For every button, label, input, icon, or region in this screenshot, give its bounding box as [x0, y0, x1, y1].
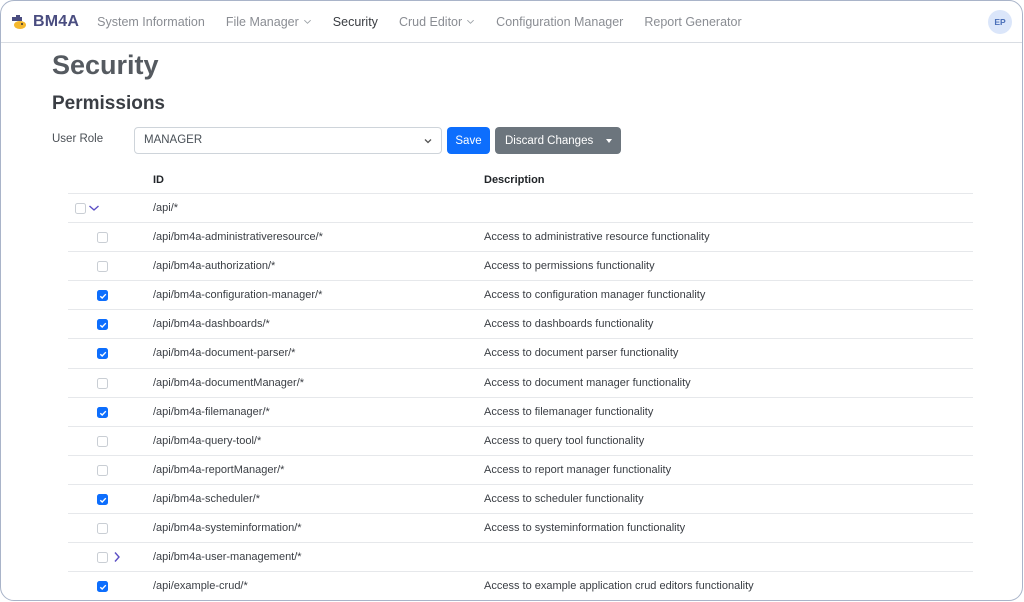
chevron-down-icon[interactable]	[88, 202, 100, 214]
check-icon	[99, 352, 107, 358]
table-row: /api/bm4a-administrativeresource/* Access…	[68, 223, 973, 253]
permission-checkbox[interactable]	[97, 406, 108, 418]
nav-item-label: Configuration Manager	[496, 14, 624, 29]
top-navbar: BM4A System Information File Manager Secur…	[1, 1, 1022, 43]
permission-checkbox[interactable]	[97, 493, 108, 505]
permission-id: /api/*	[153, 202, 179, 214]
permission-description: Access to dashboards functionality	[484, 318, 654, 331]
table-row: /api/bm4a-filemanager/* Access to fileman…	[68, 398, 973, 427]
permission-checkbox[interactable]	[97, 232, 108, 244]
nav-item-configuration-manager[interactable]: Configuration Manager	[496, 15, 623, 29]
page-title: Security	[52, 50, 159, 80]
nav-item-label: Security	[332, 14, 378, 29]
permission-id: /api/bm4a-administrativeresource/*	[153, 231, 323, 244]
permission-description: Access to example application crud edito…	[484, 580, 754, 593]
permission-id: /api/bm4a-systeminformation/*	[153, 522, 302, 535]
nav-item-label: System Information	[97, 14, 205, 29]
table-row: /api/bm4a-document-parser/* Access to doc…	[68, 339, 973, 369]
table-row: /api/bm4a-dashboards/* Access to dashboar…	[68, 310, 973, 340]
table-row: /api/bm4a-systeminformation/* Access to s…	[68, 514, 973, 544]
permission-id: /api/bm4a-documentManager/*	[153, 376, 305, 389]
check-icon	[99, 410, 107, 416]
permission-id: /api/bm4a-query-tool/*	[153, 434, 262, 447]
brand-name: BM4A	[33, 12, 80, 30]
chevron-down-icon	[424, 139, 432, 144]
permission-id: /api/example-crud/*	[153, 580, 248, 593]
permissions-table: ID Description /api/* /api/bm4a-administr…	[68, 165, 973, 600]
permission-id: /api/bm4a-authorization/*	[153, 260, 276, 273]
table-body: /api/* /api/bm4a-administrativeresource/*…	[68, 194, 973, 600]
permission-description: Access to document manager functionality	[484, 376, 691, 389]
permission-checkbox[interactable]	[75, 203, 86, 214]
nav-item-security[interactable]: Security	[333, 15, 378, 29]
permission-checkbox[interactable]	[97, 435, 108, 447]
section-title: Permissions	[52, 93, 165, 114]
chevron-down-icon	[467, 19, 475, 24]
check-icon	[99, 584, 107, 591]
permission-description: Access to filemanager functionality	[484, 405, 654, 418]
nav-item-label: File Manager	[225, 14, 299, 29]
table-row: /api/bm4a-query-tool/* Access to query to…	[68, 427, 973, 456]
nav-item-system-information[interactable]: System Information	[97, 15, 205, 29]
permission-id: /api/bm4a-scheduler/*	[153, 492, 261, 505]
permission-description: Access to document parser functionality	[484, 347, 679, 360]
check-icon	[99, 323, 107, 329]
caret-down-icon[interactable]	[606, 139, 612, 143]
permission-id: /api/bm4a-configuration-manager/*	[153, 289, 323, 302]
chevron-right-icon[interactable]	[111, 551, 123, 563]
brand[interactable]: BM4A	[10, 13, 79, 31]
nav-item-label: Report Generator	[644, 14, 742, 29]
permission-description: Access to permissions functionality	[484, 260, 655, 273]
permission-checkbox[interactable]	[97, 377, 108, 389]
permission-id: /api/bm4a-dashboards/*	[153, 318, 270, 331]
table-header: ID Description	[68, 165, 973, 194]
user-avatar[interactable]: EP	[988, 10, 1012, 34]
permission-id: /api/bm4a-user-management/*	[153, 551, 302, 564]
permission-checkbox[interactable]	[97, 523, 108, 535]
check-icon	[99, 293, 107, 300]
permission-description: Access to administrative resource functi…	[484, 231, 710, 244]
app-window: BM4A System Information File Manager Secur…	[0, 0, 1023, 601]
permission-id: /api/bm4a-reportManager/*	[153, 463, 285, 476]
permission-checkbox[interactable]	[97, 261, 108, 273]
permission-description: Access to systeminformation functionalit…	[484, 522, 686, 535]
permission-checkbox[interactable]	[97, 290, 108, 302]
discard-changes-button[interactable]: Discard Changes	[495, 127, 621, 154]
column-header-id: ID	[153, 174, 164, 186]
permission-checkbox[interactable]	[97, 552, 108, 564]
permission-description: Access to configuration manager function…	[484, 289, 706, 302]
table-row: /api/bm4a-scheduler/* Access to scheduler…	[68, 485, 973, 515]
chevron-down-icon	[303, 19, 311, 24]
user-role-value: MANAGER	[144, 134, 203, 146]
check-icon	[99, 497, 107, 503]
permission-description: Access to scheduler functionality	[484, 492, 644, 505]
table-row: /api/bm4a-authorization/* Access to permi…	[68, 252, 973, 282]
discard-changes-label: Discard Changes	[505, 134, 594, 147]
nav-item-file-manager[interactable]: File Manager	[226, 15, 312, 29]
save-button[interactable]: Save	[447, 127, 490, 154]
column-header-description: Description	[484, 174, 545, 186]
table-row: /api/bm4a-configuration-manager/* Access …	[68, 281, 973, 311]
permission-checkbox[interactable]	[97, 319, 108, 331]
permission-checkbox[interactable]	[97, 348, 108, 360]
table-row: /api/*	[68, 194, 973, 224]
table-row: /api/bm4a-user-management/*	[68, 543, 973, 573]
permission-description: Access to report manager functionality	[484, 463, 672, 476]
user-role-label: User Role	[52, 133, 104, 145]
permission-checkbox[interactable]	[97, 464, 108, 476]
permission-id: /api/bm4a-document-parser/*	[153, 347, 296, 360]
permission-checkbox[interactable]	[97, 581, 108, 593]
table-row: /api/bm4a-reportManager/* Access to repor…	[68, 456, 973, 485]
brand-logo-icon	[12, 14, 26, 29]
table-row: /api/bm4a-documentManager/* Access to doc…	[68, 369, 973, 398]
nav-item-report-generator[interactable]: Report Generator	[644, 15, 741, 29]
permission-id: /api/bm4a-filemanager/*	[153, 405, 270, 418]
table-row: /api/example-crud/* Access to example app…	[68, 572, 973, 600]
permission-description: Access to query tool functionality	[484, 434, 645, 447]
role-toolbar: User Role MANAGER Save Discard Changes	[52, 127, 652, 154]
nav-item-crud-editor[interactable]: Crud Editor	[399, 15, 475, 29]
nav-item-label: Crud Editor	[398, 14, 463, 29]
user-role-select[interactable]: MANAGER	[134, 127, 442, 154]
